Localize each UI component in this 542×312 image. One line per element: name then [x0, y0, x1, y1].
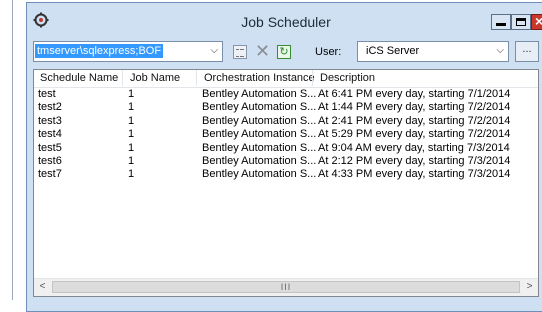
- job-name-cell: 1: [128, 128, 135, 141]
- refresh-icon[interactable]: ↻: [277, 45, 291, 59]
- schedule-name-cell: test: [38, 88, 56, 100]
- schedule-name-cell: test7: [38, 168, 62, 181]
- schedule-name-cell: test3: [38, 114, 62, 127]
- minimize-button[interactable]: [491, 14, 511, 30]
- orchestration-instance-cell: Bentley Automation S...: [202, 154, 317, 167]
- table-row[interactable]: test4 1 Bentley Automation S... At 5:29 …: [34, 128, 538, 141]
- description-cell: At 2:41 PM every day, starting 7/2/2014: [318, 114, 511, 127]
- schedule-name-cell: test6: [38, 154, 62, 167]
- table-row[interactable]: test 1 Bentley Automation S... At 6:41 P…: [34, 88, 538, 101]
- table-row[interactable]: test2 1 Bentley Automation S... At 1:44 …: [34, 101, 538, 114]
- table-row[interactable]: test6 1 Bentley Automation S... At 2:12 …: [34, 155, 538, 168]
- orchestration-instance-cell: Bentley Automation S...: [202, 141, 317, 154]
- column-header-schedule-name[interactable]: Schedule Name: [40, 72, 118, 84]
- table-row[interactable]: test3 1 Bentley Automation S... At 2:41 …: [34, 115, 538, 128]
- job-name-cell: 1: [128, 101, 135, 114]
- chevron-down-icon: ⌵: [210, 45, 218, 56]
- window-title: Job Scheduler: [241, 14, 331, 30]
- description-cell: At 9:04 AM every day, starting 7/3/2014: [318, 141, 510, 154]
- user-dropdown-value: iCS Server: [366, 45, 420, 57]
- job-name-cell: 1: [128, 141, 135, 154]
- server-dropdown-value: tmserver\sqlexpress;BOF: [35, 44, 164, 58]
- description-cell: At 2:12 PM every day, starting 7/3/2014: [318, 154, 511, 167]
- chevron-down-icon: ⌵: [496, 45, 504, 56]
- column-header-description[interactable]: Description: [320, 72, 375, 84]
- browse-button[interactable]: ...: [515, 41, 539, 62]
- job-name-cell: 1: [128, 168, 135, 181]
- orchestration-instance-cell: Bentley Automation S...: [202, 101, 317, 114]
- server-dropdown[interactable]: tmserver\sqlexpress;BOF ⌵: [33, 41, 223, 62]
- schedule-name-cell: test4: [38, 128, 62, 141]
- orchestration-instance-cell: Bentley Automation S...: [202, 114, 317, 127]
- close-button[interactable]: ×: [531, 13, 542, 30]
- toolbar: tmserver\sqlexpress;BOF ⌵ ✕ ↻ User: iCS …: [27, 37, 542, 67]
- close-icon: ×: [535, 13, 542, 29]
- description-cell: At 4:33 PM every day, starting 7/3/2014: [318, 168, 511, 181]
- job-name-cell: 1: [128, 88, 135, 100]
- title-bar[interactable]: Job Scheduler ×: [27, 3, 542, 37]
- background-divider: [12, 0, 13, 300]
- schedule-name-cell: test2: [38, 101, 62, 114]
- orchestration-instance-cell: Bentley Automation S...: [202, 88, 317, 100]
- scrollbar-grip: III: [280, 282, 292, 292]
- description-cell: At 6:41 PM every day, starting 7/1/2014: [318, 88, 511, 100]
- column-divider[interactable]: [122, 70, 123, 86]
- properties-icon[interactable]: [233, 45, 247, 59]
- user-dropdown[interactable]: iCS Server ⌵: [357, 41, 509, 62]
- column-header-job-name[interactable]: Job Name: [130, 72, 180, 84]
- table-row[interactable]: test7 1 Bentley Automation S... At 4:33 …: [34, 168, 538, 181]
- user-label: User:: [315, 46, 342, 58]
- schedule-list[interactable]: Schedule Name Job Name Orchestration Ins…: [33, 69, 539, 297]
- job-name-cell: 1: [128, 154, 135, 167]
- scroll-left-arrow[interactable]: <: [34, 279, 51, 295]
- job-name-cell: 1: [128, 114, 135, 127]
- delete-x-icon[interactable]: ✕: [255, 41, 270, 62]
- schedule-name-cell: test5: [38, 141, 62, 154]
- scrollbar-thumb[interactable]: III: [52, 281, 520, 293]
- description-cell: At 1:44 PM every day, starting 7/2/2014: [318, 101, 511, 114]
- orchestration-instance-cell: Bentley Automation S...: [202, 168, 317, 181]
- maximize-button[interactable]: [511, 14, 531, 30]
- list-rows: test 1 Bentley Automation S... At 6:41 P…: [34, 88, 538, 182]
- column-divider[interactable]: [312, 70, 313, 86]
- orchestration-instance-cell: Bentley Automation S...: [202, 128, 317, 141]
- job-scheduler-window: Job Scheduler × tmserver\sqlexpress;BOF …: [26, 2, 542, 312]
- table-row[interactable]: test5 1 Bentley Automation S... At 9:04 …: [34, 142, 538, 155]
- column-divider[interactable]: [196, 70, 197, 86]
- description-cell: At 5:29 PM every day, starting 7/2/2014: [318, 128, 511, 141]
- scroll-right-arrow[interactable]: >: [521, 279, 538, 295]
- horizontal-scrollbar[interactable]: < III >: [34, 278, 538, 296]
- background-window-edge: [0, 0, 25, 312]
- list-header: Schedule Name Job Name Orchestration Ins…: [34, 70, 538, 88]
- column-header-orchestration-instance[interactable]: Orchestration Instance: [204, 72, 315, 84]
